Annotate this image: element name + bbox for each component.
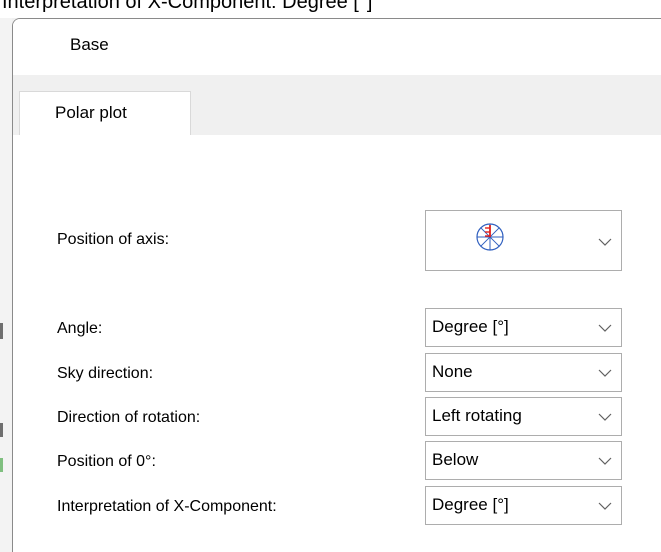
direction-of-rotation-dropdown[interactable]: Left rotating [425,397,622,436]
background-window-edge [0,18,12,552]
chevron-down-icon [598,324,612,332]
edge-marker [0,458,3,472]
dialog-title: Base [70,35,109,54]
chevron-down-icon [598,369,612,377]
sky-direction-value: None [432,362,473,381]
angle-dropdown[interactable]: Degree [°] [425,308,622,347]
chevron-down-icon [598,413,612,421]
dialog-header: Base [13,19,661,75]
direction-of-rotation-value: Left rotating [432,406,522,425]
chevron-down-icon [598,502,612,510]
tab-polar-plot[interactable]: Polar plot [19,91,191,137]
edge-marker [0,423,3,437]
base-dialog: Base Polar plot Position of axis: Angle:… [12,18,661,552]
polar-plot-panel: Position of axis: Angle: Degree [°] Sky … [13,135,661,552]
interpretation-x-label: Interpretation of X-Component: [57,498,277,515]
angle-value: Degree [°] [432,317,509,336]
position-of-zero-dropdown[interactable]: Below [425,441,622,480]
direction-of-rotation-label: Direction of rotation: [57,409,201,426]
position-of-axis-label: Position of axis: [57,231,170,248]
tab-label: Polar plot [55,103,127,122]
edge-marker [0,323,3,339]
sky-direction-label: Sky direction: [57,365,154,382]
background-window-strip: Interpretation of X-Component: Degree [°… [0,0,661,18]
interpretation-x-dropdown[interactable]: Degree [°] [425,486,622,525]
polar-axis-icon [476,223,504,251]
interpretation-x-value: Degree [°] [432,495,509,514]
position-of-zero-value: Below [432,450,479,469]
chevron-down-icon [598,238,612,246]
angle-label: Angle: [57,320,103,337]
sky-direction-dropdown[interactable]: None [425,353,622,392]
position-of-axis-dropdown[interactable] [425,210,622,271]
position-of-zero-label: Position of 0°: [57,453,156,470]
background-window-text: Interpretation of X-Component: Degree [°… [2,0,373,13]
chevron-down-icon [598,457,612,465]
